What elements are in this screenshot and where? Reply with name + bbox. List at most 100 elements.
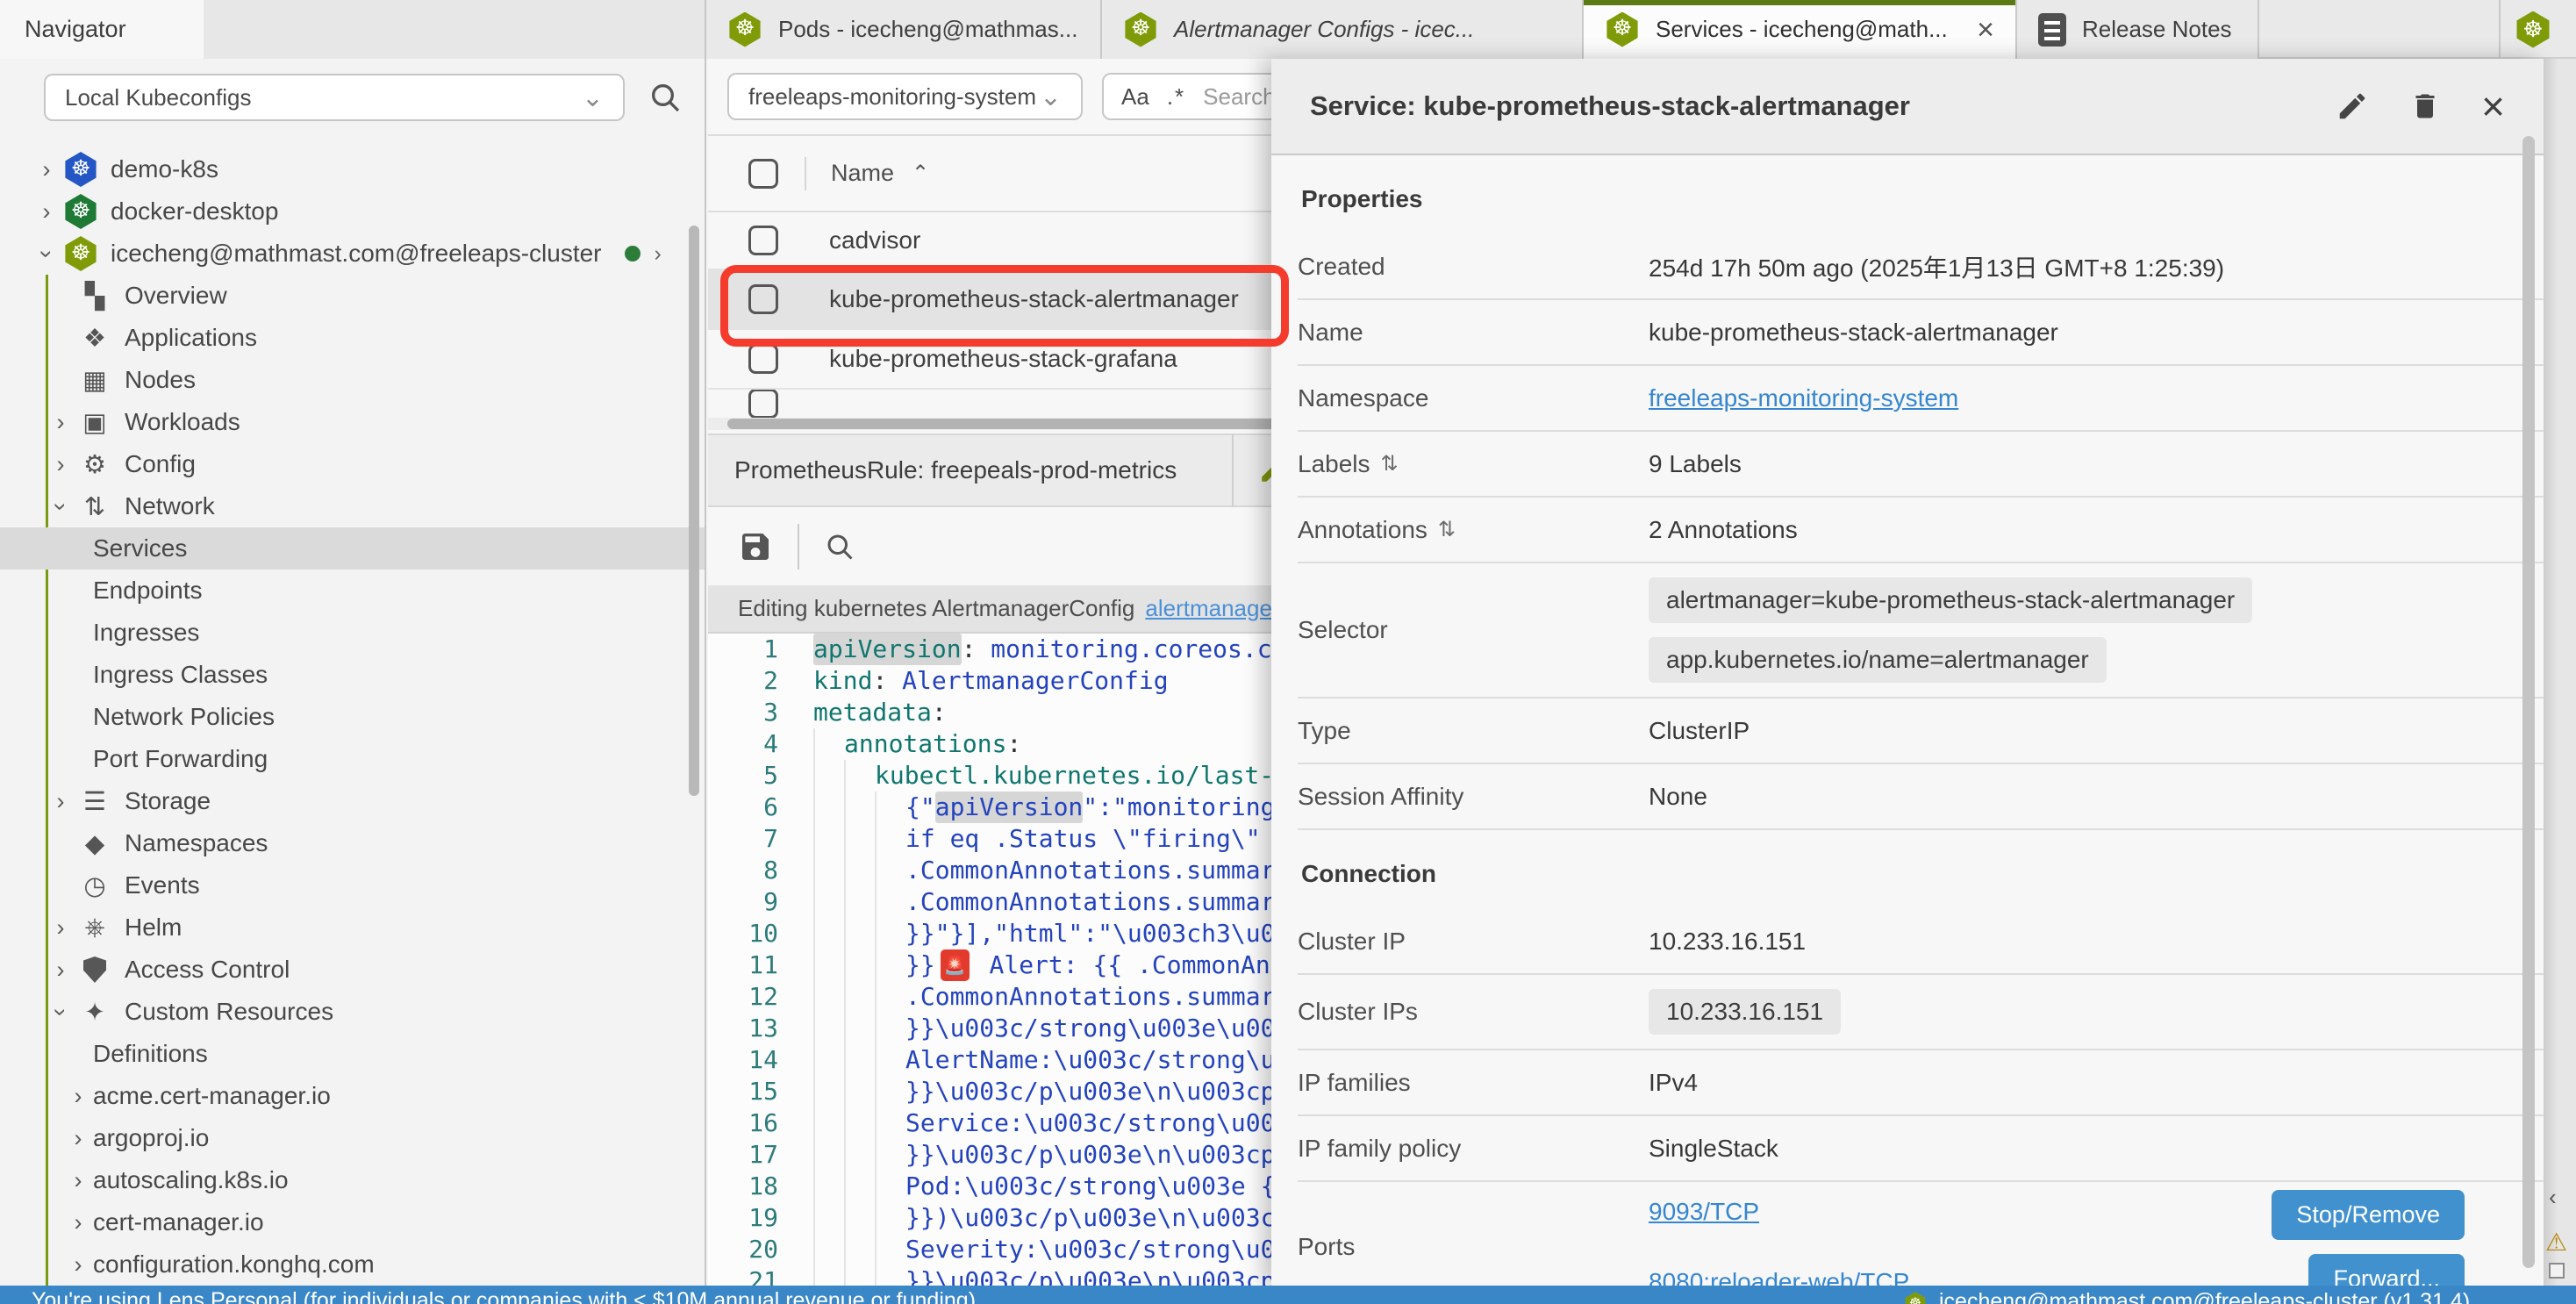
sidebar-item-endpoints[interactable]: Endpoints	[0, 570, 705, 612]
match-case-icon[interactable]: Aa	[1121, 83, 1149, 111]
tab-pods-icecheng-mathmas[interactable]: ☸Pods - icecheng@mathmas...	[706, 0, 1102, 59]
search-icon[interactable]	[648, 80, 683, 115]
sidebar-item-helm[interactable]: ›⎈Helm	[0, 906, 705, 949]
indent-guide	[875, 1139, 905, 1171]
sidebar-item-namespaces[interactable]: ◆Namespaces	[0, 822, 705, 864]
kubernetes-icon: ☸	[63, 236, 98, 271]
line-number: 4	[708, 728, 813, 760]
port-link-9093-tcp[interactable]: 9093/TCP	[1649, 1198, 1909, 1226]
indent-guide	[813, 792, 844, 823]
sidebar-item-config[interactable]: ›⚙Config	[0, 443, 705, 485]
chevron-left-icon[interactable]: ‹	[2549, 1184, 2557, 1211]
line-number: 11	[708, 949, 813, 981]
tab-services-icecheng-math[interactable]: ☸Services - icecheng@math...×	[1584, 0, 2017, 59]
detail-value: None	[1649, 783, 1707, 811]
shield-icon	[75, 957, 114, 983]
line-number: 16	[708, 1107, 813, 1139]
sidebar-item-workloads[interactable]: ›▣Workloads	[0, 401, 705, 443]
row-checkbox[interactable]	[748, 226, 778, 255]
sort-toggle-icon[interactable]: ⇅	[1381, 451, 1399, 476]
edit-service-icon[interactable]	[2336, 90, 2369, 123]
line-number: 15	[708, 1076, 813, 1107]
connected-status-dot	[625, 246, 640, 262]
sidebar-item-configuration-konghq-com[interactable]: ›configuration.konghq.com	[0, 1243, 705, 1286]
indent-guide	[875, 1265, 905, 1286]
chevron-down-icon: ›	[33, 239, 61, 269]
sidebar-scrollbar[interactable]	[689, 226, 699, 796]
navigator-panel-tab[interactable]: Navigator	[0, 0, 204, 59]
indent-guide	[844, 1202, 875, 1234]
editor-search-icon[interactable]	[824, 531, 855, 562]
regex-icon[interactable]: .*	[1167, 83, 1185, 111]
sidebar-item-docker-desktop[interactable]: ›☸docker-desktop	[0, 190, 705, 233]
detail-value: kube-prometheus-stack-alertmanager	[1649, 319, 2058, 347]
kubernetes-icon: ☸	[1904, 1292, 1927, 1304]
sidebar-item-custom-resources[interactable]: ›✦Custom Resources	[0, 991, 705, 1033]
sidebar-item-access-control[interactable]: ›Access Control	[0, 949, 705, 991]
sidebar-item-events[interactable]: ◷Events	[0, 864, 705, 906]
forward-button[interactable]: Forward...	[2308, 1254, 2465, 1286]
sidebar-item-nodes[interactable]: ▦Nodes	[0, 359, 705, 401]
detail-label: Created	[1298, 253, 1649, 281]
indent-guide	[875, 1076, 905, 1107]
kubeconfig-select[interactable]: Local Kubeconfigs ⌄	[44, 74, 625, 121]
sort-toggle-icon[interactable]: ⇅	[1438, 517, 1456, 542]
sort-ascending-icon[interactable]: ⌃	[912, 161, 929, 186]
sidebar-item-definitions[interactable]: Definitions	[0, 1033, 705, 1075]
close-drawer-icon[interactable]: ×	[2481, 86, 2505, 126]
sidebar-item-ingress-classes[interactable]: Ingress Classes	[0, 654, 705, 696]
drawer-scrollbar[interactable]	[2522, 136, 2535, 1268]
indent-guide	[875, 855, 905, 886]
sidebar-item-network-policies[interactable]: Network Policies	[0, 696, 705, 738]
sidebar-item-port-forwarding[interactable]: Port Forwarding	[0, 738, 705, 780]
sidebar-item-overview[interactable]: ▚Overview	[0, 275, 705, 317]
lens-app-window: Navigator ☸Pods - icecheng@mathmas...☸Al…	[0, 0, 2576, 1304]
column-header-name[interactable]: Name	[831, 160, 894, 187]
sidebar-item-applications[interactable]: ❖Applications	[0, 317, 705, 359]
delete-service-icon[interactable]	[2409, 90, 2441, 123]
right-edge-strip: ‹ ⚠	[2544, 59, 2576, 1286]
row-checkbox[interactable]	[748, 284, 778, 314]
sidebar-item-cert-manager-io[interactable]: ›cert-manager.io	[0, 1201, 705, 1243]
indent-guide	[813, 1202, 844, 1234]
stop-remove-button[interactable]: Stop/Remove	[2272, 1190, 2465, 1240]
indent-guide	[875, 1171, 905, 1202]
warning-icon[interactable]: ⚠	[2545, 1228, 2567, 1257]
indent-guide	[844, 1076, 875, 1107]
sidebar-item-autoscaling-k8s-io[interactable]: ›autoscaling.k8s.io	[0, 1159, 705, 1201]
line-number: 3	[708, 697, 813, 728]
namespace-select[interactable]: freeleaps-monitoring-system ⌄	[727, 73, 1083, 120]
sidebar-item-storage[interactable]: ›☰Storage	[0, 780, 705, 822]
sidebar-item-ingresses[interactable]: Ingresses	[0, 612, 705, 654]
chevron-right-icon: ›	[32, 198, 61, 226]
chevron-right-icon: ›	[63, 1083, 93, 1110]
license-status-text: You're using Lens Personal (for individu…	[32, 1287, 976, 1304]
tab-alertmanager-configs-icec[interactable]: ☸Alertmanager Configs - icec...	[1102, 0, 1584, 59]
indent-guide	[844, 949, 875, 981]
line-number: 6	[708, 792, 813, 823]
overview-icon: ▚	[75, 281, 114, 312]
port-link-8080-reloader-web-tcp[interactable]: 8080:reloader-web/TCP	[1649, 1268, 1909, 1286]
sidebar-item-services[interactable]: Services	[0, 527, 705, 570]
detail-label: Annotations⇅	[1298, 516, 1649, 544]
indent-guide	[844, 886, 875, 918]
row-checkbox[interactable]	[748, 390, 778, 418]
sidebar-item-icecheng-mathmast-com-freeleaps-cluster[interactable]: ›☸icecheng@mathmast.com@freeleaps-cluste…	[0, 233, 705, 275]
row-checkbox[interactable]	[748, 344, 778, 374]
namespace-link[interactable]: freeleaps-monitoring-system	[1649, 384, 1958, 412]
sidebar-item-argoproj-io[interactable]: ›argoproj.io	[0, 1117, 705, 1159]
tab-fragment[interactable]: ☸	[2499, 0, 2551, 59]
cluster-status-text: icecheng@mathmast.com@freeleaps-cluster …	[1939, 1288, 2470, 1304]
sidebar-item-network[interactable]: ›⇅Network	[0, 485, 705, 527]
sidebar-item-acme-cert-manager-io[interactable]: ›acme.cert-manager.io	[0, 1075, 705, 1117]
indent-guide	[813, 918, 844, 949]
nodes-icon: ▦	[75, 365, 114, 396]
close-tab-icon[interactable]: ×	[1977, 15, 1994, 45]
save-icon[interactable]	[738, 529, 773, 564]
tab-release-notes[interactable]: Release Notes	[2017, 0, 2259, 59]
alertmanager-config-link[interactable]: alertmanager	[1145, 595, 1279, 622]
indent-guide	[875, 949, 905, 981]
select-all-checkbox[interactable]	[748, 159, 778, 189]
line-number: 2	[708, 665, 813, 697]
sidebar-item-demo-k8s[interactable]: ›☸demo-k8s	[0, 148, 705, 190]
